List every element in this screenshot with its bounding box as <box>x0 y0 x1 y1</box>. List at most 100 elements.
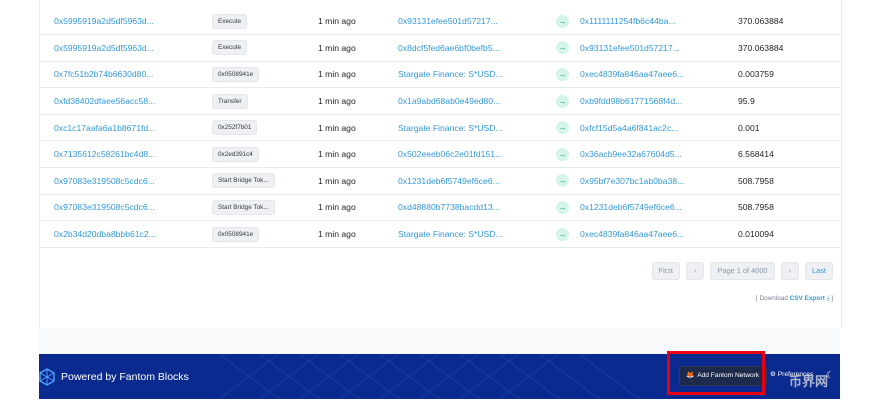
value-cell: 0.001 <box>738 122 760 133</box>
from-address-link[interactable]: Stargate Finance: S*USD... <box>398 123 503 133</box>
txn-hash-link[interactable]: 0x7135612c58261bc4d8... <box>54 149 155 159</box>
method-cell: Transfer <box>212 88 318 115</box>
txn-hash-link[interactable]: 0x97083e319508c5cdc6... <box>54 202 155 212</box>
from-cell: 0x1231deb6f5749ef6ce6... <box>398 168 556 195</box>
method-badge: 0x0508941e <box>212 226 260 242</box>
arrow-right-icon: → <box>556 41 569 55</box>
method-cell: Execute <box>212 8 318 35</box>
to-address-link[interactable]: 0x1231deb6f5749ef6ce6... <box>580 202 682 212</box>
csv-suffix: ] <box>829 295 833 302</box>
to-cell: 0x95bf7e307bc1ab0ba38... <box>580 168 738 195</box>
to-address-link[interactable]: 0x36acb9ee32a67604d5... <box>580 149 682 159</box>
prev-page-button[interactable]: ‹ <box>685 262 705 280</box>
method-cell: Start Bridge Tok... <box>212 168 318 195</box>
direction-cell: → <box>556 114 580 141</box>
from-address-link[interactable]: 0xd48880b7738bacdd13... <box>398 202 500 212</box>
txn-hash-cell: 0xc1c17aafa6a1b8671fd... <box>40 114 212 141</box>
to-address-link[interactable]: 0xec4839fa846aa47aee6... <box>580 229 684 239</box>
table-row: 0x97083e319508c5cdc6... Start Bridge Tok.… <box>40 194 841 221</box>
method-badge: 0x252f7b01 <box>212 120 258 136</box>
arrow-right-icon: → <box>556 67 569 81</box>
direction-cell: → <box>556 141 580 168</box>
csv-export-link[interactable]: CSV Export <box>790 295 825 302</box>
first-page-button[interactable]: First <box>651 262 680 280</box>
value-cell: 0.003759 <box>738 69 774 80</box>
to-cell: 0x1111111254fb6c44ba... <box>580 8 738 35</box>
arrow-right-icon: → <box>556 121 569 135</box>
direction-cell: → <box>556 194 580 221</box>
from-address-link[interactable]: 0x1a9abd68ab0e49ed80... <box>398 96 500 106</box>
table-row: 0x5995919a2d5df5963d... Execute 1 min ago 0… <box>40 8 841 35</box>
direction-cell: → <box>556 221 580 248</box>
method-cell: 0x2ed391c4 <box>212 141 318 168</box>
value-cell: 95.9 <box>738 96 755 107</box>
to-cell: 0x93131efee501d57217... <box>580 35 738 62</box>
from-address-link[interactable]: Stargate Finance: S*USD... <box>398 229 503 239</box>
next-page-button[interactable]: › <box>780 262 800 280</box>
direction-cell: → <box>556 88 580 115</box>
to-cell: 0x36acb9ee32a67604d5... <box>580 141 738 168</box>
txn-hash-link[interactable]: 0xfd38402dfaee56acc58... <box>54 96 155 106</box>
to-cell: 0xec4839fa846aa47aee6... <box>580 61 738 88</box>
gear-icon: ⚙ <box>770 371 776 378</box>
to-address-link[interactable]: 0xfcf15d5a4a6f841ac2c... <box>580 123 678 133</box>
arrow-right-icon: → <box>556 174 569 188</box>
method-badge: 0x2ed391c4 <box>212 146 259 162</box>
txn-hash-cell: 0x7fc51b2b74b6630d80... <box>40 61 212 88</box>
txn-hash-link[interactable]: 0x7fc51b2b74b6630d80... <box>54 69 153 79</box>
txn-hash-cell: 0x97083e319508c5cdc6... <box>40 168 212 195</box>
to-address-link[interactable]: 0xec4839fa846aa47aee6... <box>580 69 684 79</box>
from-address-link[interactable]: 0x1231deb6f5749ef6ce6... <box>398 176 500 186</box>
page-indicator: Page 1 of 4000 <box>710 262 775 280</box>
table-row: 0x97083e319508c5cdc6... Start Bridge Tok.… <box>40 168 841 195</box>
txn-hash-link[interactable]: 0x5995919a2d5df5963d... <box>54 16 154 26</box>
method-cell: 0x0508941e <box>212 61 318 88</box>
value-cell: 508.7958 <box>738 175 774 186</box>
txn-hash-cell: 0x2b34d20dba8bbb61c2... <box>40 221 212 248</box>
arrow-right-icon: → <box>556 14 569 28</box>
age-cell: 1 min ago <box>318 202 356 213</box>
table-row: 0x2b34d20dba8bbb61c2... 0x0508941e 1 min a… <box>40 221 841 248</box>
from-address-link[interactable]: Stargate Finance: S*USD... <box>398 69 503 79</box>
arrow-right-icon: → <box>556 227 569 241</box>
to-address-link[interactable]: 0xb9fdd98b61771568f4d... <box>580 96 682 106</box>
to-cell: 0xec4839fa846aa47aee6... <box>580 221 738 248</box>
to-address-link[interactable]: 0x95bf7e307bc1ab0ba38... <box>580 176 684 186</box>
from-cell: 0x8dcf5fed6ae6bf0befb5... <box>398 35 556 62</box>
last-page-button[interactable]: Last <box>805 262 833 280</box>
txn-hash-cell: 0x97083e319508c5cdc6... <box>40 194 212 221</box>
txn-hash-link[interactable]: 0xc1c17aafa6a1b8671fd... <box>54 123 155 133</box>
age-cell: 1 min ago <box>318 69 356 80</box>
age-cell: 1 min ago <box>318 149 356 160</box>
csv-download: [ Download CSV Export ⤓ ] <box>756 295 833 303</box>
value-cell: 6.568414 <box>738 149 774 160</box>
from-address-link[interactable]: 0x8dcf5fed6ae6bf0befb5... <box>398 43 500 53</box>
highlight-box <box>667 351 765 395</box>
csv-prefix: [ Download <box>755 295 790 302</box>
txn-hash-link[interactable]: 0x97083e319508c5cdc6... <box>54 176 155 186</box>
to-address-link[interactable]: 0x1111111254fb6c44ba... <box>580 16 676 26</box>
txn-hash-link[interactable]: 0x2b34d20dba8bbb61c2... <box>54 229 156 239</box>
age-cell: 1 min ago <box>318 16 356 27</box>
to-cell: 0xfcf15d5a4a6f841ac2c... <box>580 114 738 141</box>
txn-hash-link[interactable]: 0x5995919a2d5df5963d... <box>54 43 154 53</box>
age-cell: 1 min ago <box>318 175 356 186</box>
method-cell: 0x0508941e <box>212 221 318 248</box>
from-cell: 0x93131efee501d57217... <box>398 8 556 35</box>
from-address-link[interactable]: 0x502eeeb06c2e01fd151... <box>398 149 502 159</box>
direction-cell: → <box>556 168 580 195</box>
footer-brand: Powered by Fantom Blocks <box>39 368 189 386</box>
to-cell: 0xb9fdd98b61771568f4d... <box>580 88 738 115</box>
from-cell: 0x1a9abd68ab0e49ed80... <box>398 88 556 115</box>
age-cell: 1 min ago <box>318 96 356 107</box>
table-row: 0x7fc51b2b74b6630d80... 0x0508941e 1 min a… <box>40 61 841 88</box>
to-address-link[interactable]: 0x93131efee501d57217... <box>580 43 680 53</box>
from-address-link[interactable]: 0x93131efee501d57217... <box>398 16 498 26</box>
direction-cell: → <box>556 8 580 35</box>
arrow-right-icon: → <box>556 200 569 214</box>
transactions-card: 0x5995919a2d5df5963d... Execute 1 min ago 0… <box>39 0 842 328</box>
txn-hash-cell: 0x7135612c58261bc4d8... <box>40 141 212 168</box>
from-cell: Stargate Finance: S*USD... <box>398 221 556 248</box>
value-cell: 370.063884 <box>738 42 784 53</box>
table-row: 0xfd38402dfaee56acc58... Transfer 1 min ag… <box>40 88 841 115</box>
